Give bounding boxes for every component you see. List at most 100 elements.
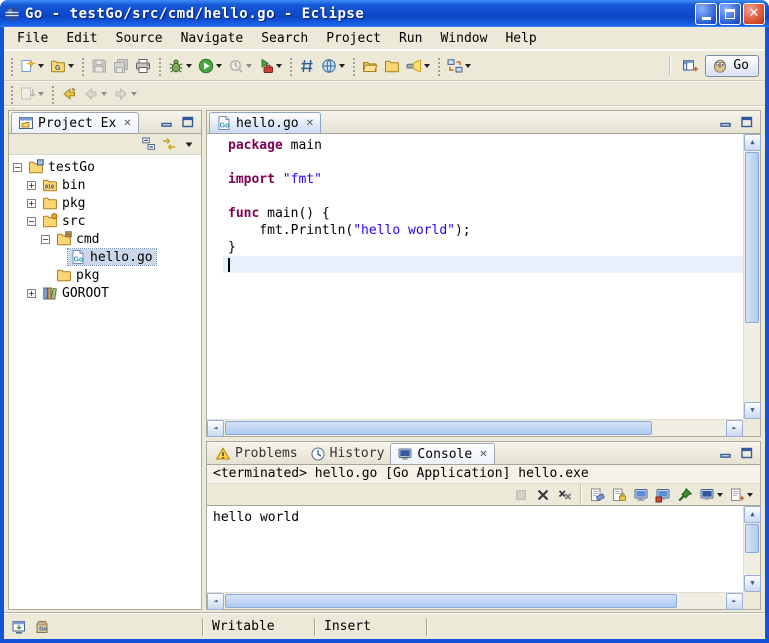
dropdown-arrow-icon[interactable]	[216, 64, 222, 68]
horizontal-scrollbar[interactable]: ◄ ►	[207, 419, 743, 436]
save-all-button[interactable]	[110, 54, 132, 78]
dropdown-arrow-icon[interactable]	[186, 64, 192, 68]
code-line[interactable]	[223, 154, 743, 171]
maximize-button[interactable]	[719, 3, 741, 25]
show-stderr-button[interactable]	[652, 483, 674, 507]
go-trim-button[interactable]: Go	[33, 618, 51, 636]
maximize-view-icon[interactable]	[738, 113, 756, 130]
new-go-button[interactable]: G	[47, 54, 77, 78]
remove-launch-button[interactable]	[532, 483, 554, 507]
scroll-left-icon[interactable]: ◄	[207, 593, 224, 610]
tab-problems[interactable]: Problems	[209, 443, 304, 464]
code-area[interactable]: package mainimport "fmt"func main() { fm…	[223, 134, 743, 419]
save-button[interactable]	[88, 54, 110, 78]
expand-icon[interactable]: +	[27, 181, 36, 190]
fast-view-button[interactable]	[10, 618, 28, 636]
toolbar-gripper[interactable]	[157, 56, 162, 76]
scroll-up-icon[interactable]: ▲	[744, 134, 761, 151]
scrollbar-thumb[interactable]	[225, 594, 677, 608]
annot-next-button[interactable]	[17, 82, 47, 106]
tree-item-pkg[interactable]: +pkg	[13, 194, 201, 212]
dropdown-arrow-icon[interactable]	[276, 64, 282, 68]
tree-item-goroot[interactable]: +GOROOT	[13, 284, 201, 302]
remove-all-button[interactable]	[554, 483, 576, 507]
tree-item-pkg[interactable]: pkg	[13, 266, 201, 284]
scrollbar-thumb[interactable]	[745, 152, 759, 323]
dropdown-arrow-icon[interactable]	[339, 64, 345, 68]
go-grid-button[interactable]	[296, 54, 318, 78]
minimize-button[interactable]	[695, 3, 717, 25]
view-menu-button[interactable]	[180, 136, 198, 153]
scroll-right-icon[interactable]: ►	[726, 420, 743, 437]
last-edit-button[interactable]	[58, 82, 80, 106]
code-line[interactable]: fmt.Println("hello world");	[223, 222, 743, 239]
expand-icon[interactable]: +	[27, 199, 36, 208]
forward-button[interactable]	[110, 82, 140, 106]
scrollbar-thumb[interactable]	[225, 421, 652, 435]
tree-item-bin[interactable]: +010bin	[13, 176, 201, 194]
menu-source[interactable]: Source	[107, 29, 172, 48]
dropdown-arrow-icon[interactable]	[68, 64, 74, 68]
dropdown-arrow-icon[interactable]	[424, 64, 430, 68]
scroll-down-icon[interactable]: ▼	[744, 402, 761, 419]
external-tools-button[interactable]	[255, 54, 285, 78]
minimize-view-icon[interactable]	[717, 444, 735, 461]
folder-button[interactable]	[381, 54, 403, 78]
collapse-icon[interactable]: −	[41, 235, 50, 244]
dropdown-arrow-icon[interactable]	[101, 92, 107, 96]
team-sync-button[interactable]	[444, 54, 474, 78]
horizontal-scrollbar[interactable]: ◄ ►	[207, 592, 743, 609]
close-icon[interactable]: ✕	[120, 118, 131, 129]
code-line[interactable]: package main	[223, 137, 743, 154]
menu-navigate[interactable]: Navigate	[172, 29, 253, 48]
collapse-icon[interactable]: −	[13, 163, 22, 172]
menu-file[interactable]: File	[8, 29, 57, 48]
tree-item-hello.go[interactable]: Gohello.go	[13, 248, 201, 266]
code-line[interactable]: func main() {	[223, 205, 743, 222]
tree-item-cmd[interactable]: −cmd	[13, 230, 201, 248]
maximize-view-icon[interactable]	[738, 444, 756, 461]
close-button[interactable]: ✕	[743, 3, 765, 25]
dropdown-arrow-icon[interactable]	[465, 64, 471, 68]
code-line[interactable]	[223, 256, 743, 273]
terminate-button[interactable]	[510, 483, 532, 507]
tab-history[interactable]: History	[304, 443, 391, 464]
go-doc-button[interactable]	[318, 54, 348, 78]
toolbar-gripper[interactable]	[9, 84, 14, 104]
collapse-icon[interactable]: −	[27, 217, 36, 226]
toolbar-gripper[interactable]	[351, 56, 356, 76]
code-editor[interactable]: package mainimport "fmt"func main() { fm…	[207, 134, 760, 436]
toolbar-gripper[interactable]	[436, 56, 441, 76]
close-icon[interactable]: ✕	[303, 118, 314, 129]
toolbar-gripper[interactable]	[288, 56, 293, 76]
menu-search[interactable]: Search	[252, 29, 317, 48]
scroll-lock-button[interactable]	[608, 483, 630, 507]
open-perspective-button[interactable]	[679, 54, 701, 78]
scrollbar-thumb[interactable]	[745, 524, 759, 553]
menu-run[interactable]: Run	[390, 29, 431, 48]
back-button[interactable]	[80, 82, 110, 106]
vertical-scrollbar[interactable]: ▲ ▼	[743, 506, 760, 592]
vertical-scrollbar[interactable]: ▲ ▼	[743, 134, 760, 419]
open-folder-button[interactable]	[359, 54, 381, 78]
dropdown-arrow-icon[interactable]	[747, 493, 753, 497]
debug-button[interactable]	[165, 54, 195, 78]
dropdown-arrow-icon[interactable]	[717, 493, 723, 497]
pin-console-button[interactable]	[674, 483, 696, 507]
new-wizard-button[interactable]	[17, 54, 47, 78]
tab-project-explorer[interactable]: Project Ex ✕	[11, 112, 139, 133]
go-perspective-button[interactable]: Go	[705, 55, 759, 77]
dropdown-arrow-icon[interactable]	[131, 92, 137, 96]
dropdown-arrow-icon[interactable]	[38, 92, 44, 96]
minimize-view-icon[interactable]	[158, 113, 176, 130]
maximize-view-icon[interactable]	[179, 113, 197, 130]
search-button[interactable]	[403, 54, 433, 78]
code-line[interactable]: }	[223, 239, 743, 256]
tab-hello-go[interactable]: Go hello.go ✕	[209, 112, 321, 133]
menu-edit[interactable]: Edit	[57, 29, 106, 48]
title-bar[interactable]: Go - testGo/src/cmd/hello.go - Eclipse ✕	[0, 0, 769, 27]
tree-item-src[interactable]: −src	[13, 212, 201, 230]
console-output-area[interactable]: hello world ▲ ▼ ◄ ►	[207, 506, 760, 609]
toolbar-gripper[interactable]	[80, 56, 85, 76]
menu-help[interactable]: Help	[496, 29, 545, 48]
